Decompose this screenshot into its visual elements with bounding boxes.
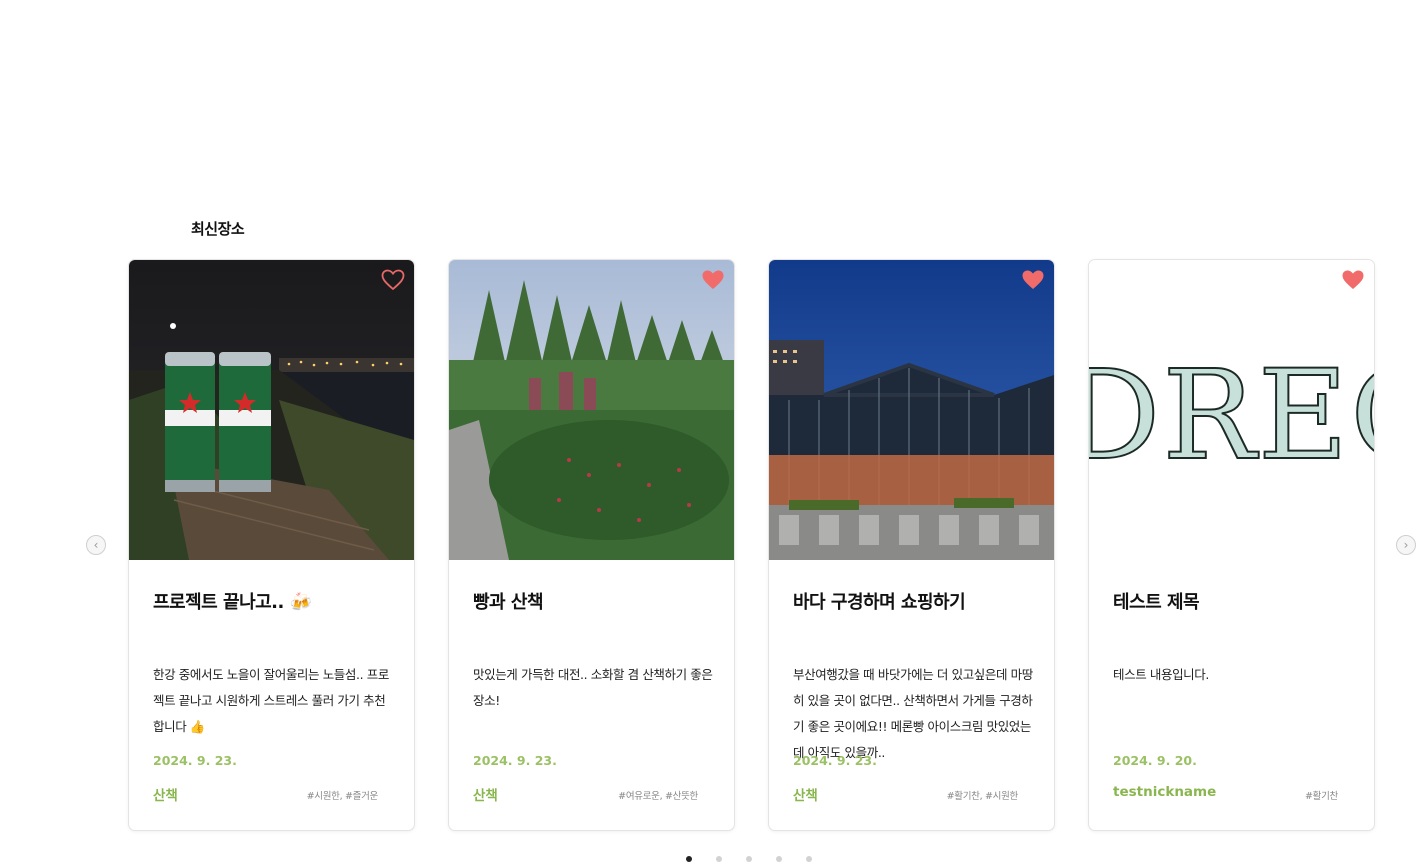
section-title: 최신장소 <box>191 220 245 238</box>
card-title: 테스트 제목 <box>1113 592 1200 613</box>
heart-icon[interactable] <box>381 269 405 291</box>
chevron-left-icon: ‹ <box>93 538 99 552</box>
place-card[interactable]: 프로젝트 끝나고.. 🍻 한강 중에서도 노을이 잘어울리는 노들섬.. 프로젝… <box>128 259 415 831</box>
card-category: 산책 <box>473 788 498 804</box>
image-text: DREC <box>1089 344 1374 488</box>
card-tags: #여유로운, #산뜻한 <box>618 791 698 802</box>
card-date: 2024. 9. 23. <box>153 753 237 768</box>
card-category: 산책 <box>153 788 178 804</box>
carousel-next-button[interactable]: › <box>1396 535 1416 555</box>
place-image <box>449 260 734 560</box>
card-description: 부산여행갔을 때 바닷가에는 더 있고싶은데 마땅히 있을 곳이 없다면.. 산… <box>793 667 1033 760</box>
place-image <box>129 260 414 560</box>
place-image: DREC <box>1089 260 1374 560</box>
heart-icon[interactable] <box>1341 269 1365 291</box>
carousel-prev-button[interactable]: ‹ <box>86 535 106 555</box>
pagination-dot[interactable] <box>806 856 812 862</box>
card-tags: #활기찬 <box>1305 791 1338 802</box>
card-description: 테스트 내용입니다. <box>1113 667 1209 682</box>
card-category: testnickname <box>1113 784 1217 800</box>
card-date: 2024. 9. 23. <box>793 753 877 768</box>
carousel-pagination <box>686 856 812 862</box>
card-title: 빵과 산책 <box>473 592 544 613</box>
pagination-dot[interactable] <box>776 856 782 862</box>
place-image <box>769 260 1054 560</box>
card-description: 한강 중에서도 노을이 잘어울리는 노들섬.. 프로젝트 끝나고 시원하게 스트… <box>153 667 389 734</box>
heart-icon[interactable] <box>1021 269 1045 291</box>
pagination-dot[interactable] <box>686 856 692 862</box>
card-tags: #활기찬, #시원한 <box>946 791 1019 802</box>
page: 최신장소 ‹ › 프로젝트 끝나고.. 🍻 한강 중에서도 노을이 잘어울리는 … <box>0 0 1422 863</box>
pagination-dot[interactable] <box>716 856 722 862</box>
place-card[interactable]: DREC 테스트 제목 테스트 내용입니다. 2024. 9. 20. test… <box>1088 259 1375 831</box>
heart-icon[interactable] <box>701 269 725 291</box>
card-category: 산책 <box>793 788 818 804</box>
card-date: 2024. 9. 23. <box>473 753 557 768</box>
chevron-right-icon: › <box>1403 538 1409 552</box>
pagination-dot[interactable] <box>746 856 752 862</box>
card-description: 맛있는게 가득한 대전.. 소화할 겸 산책하기 좋은 장소! <box>473 667 713 708</box>
card-tags: #시원한, #즐거운 <box>306 791 379 802</box>
card-title: 바다 구경하며 쇼핑하기 <box>793 592 966 613</box>
place-card[interactable]: 빵과 산책 맛있는게 가득한 대전.. 소화할 겸 산책하기 좋은 장소! 20… <box>448 259 735 831</box>
card-title: 프로젝트 끝나고.. 🍻 <box>153 592 312 613</box>
card-date: 2024. 9. 20. <box>1113 753 1197 768</box>
place-card[interactable]: 바다 구경하며 쇼핑하기 부산여행갔을 때 바닷가에는 더 있고싶은데 마땅히 … <box>768 259 1055 831</box>
